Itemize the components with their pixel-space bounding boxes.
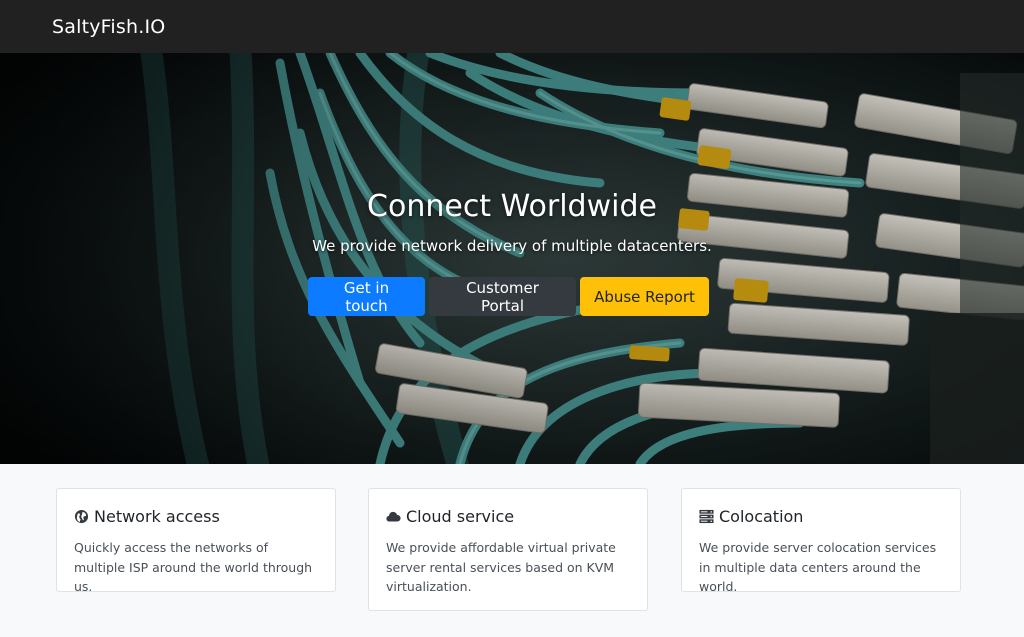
- network-access-card-title: Network access: [74, 507, 319, 526]
- cloud-icon: [386, 509, 401, 524]
- colocation-card-title: Colocation: [699, 507, 944, 526]
- colocation-title-text: Colocation: [719, 507, 804, 526]
- network-access-description: Quickly access the networks of multiple …: [74, 540, 313, 594]
- colocation-card: Colocation We provide server colocation …: [681, 488, 961, 594]
- abuse-report-button[interactable]: Abuse Report: [580, 277, 709, 316]
- cloud-service-card-title: Cloud service: [386, 507, 631, 526]
- globe-icon: [74, 509, 89, 524]
- top-navbar: SaltyFish.IO: [0, 0, 1024, 53]
- fiber-cables-background-image: [0, 53, 1024, 464]
- network-access-card: Network access Quickly access the networ…: [56, 488, 336, 594]
- network-access-title-text: Network access: [94, 507, 220, 526]
- server-icon: [699, 509, 714, 524]
- cloud-service-description: We provide affordable virtual private se…: [386, 540, 616, 594]
- customer-portal-button[interactable]: Customer Portal: [429, 277, 576, 316]
- hero-title: Connect Worldwide: [367, 189, 657, 224]
- colocation-description: We provide server colocation services in…: [699, 540, 937, 594]
- cloud-service-title-text: Cloud service: [406, 507, 515, 526]
- get-in-touch-button[interactable]: Get in touch: [308, 277, 425, 316]
- hero-subtitle: We provide network delivery of multiple …: [312, 237, 712, 255]
- brand-logo-link[interactable]: SaltyFish.IO: [52, 16, 165, 38]
- services-section: Network access Quickly access the networ…: [0, 464, 1024, 637]
- hero-section: Connect Worldwide We provide network del…: [0, 53, 1024, 464]
- hero-button-group: Get in touch Customer Portal Abuse Repor…: [308, 277, 709, 316]
- cloud-service-card: Cloud service We provide affordable virt…: [368, 488, 648, 611]
